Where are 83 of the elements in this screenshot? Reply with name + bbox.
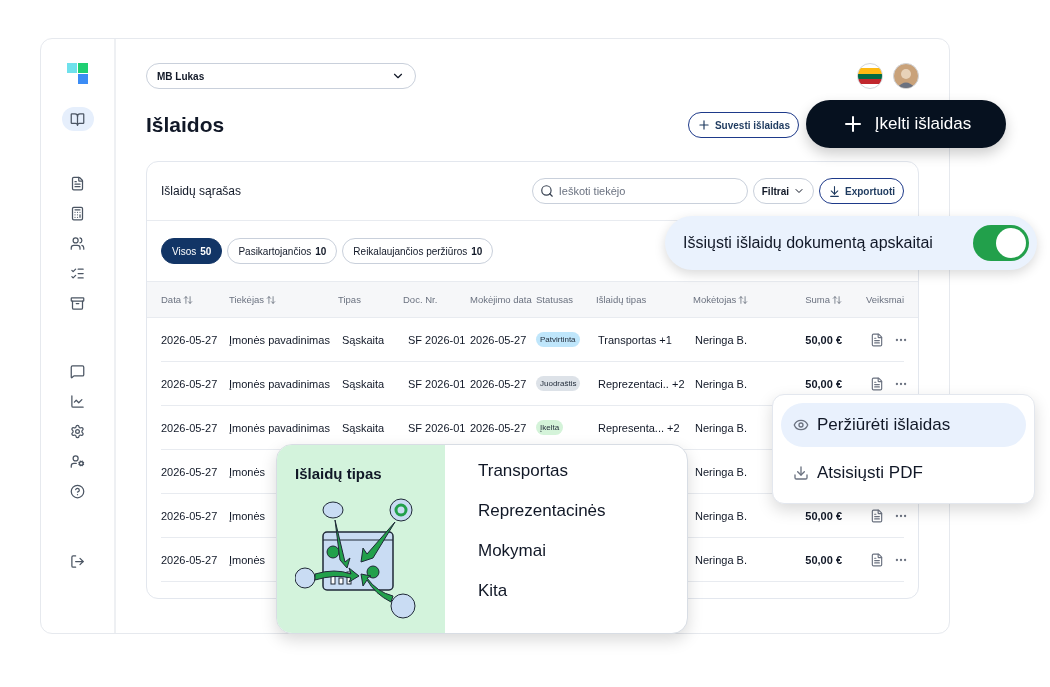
date-cell: 2026-05-27: [161, 553, 218, 566]
type-cell: Sąskaita: [342, 377, 385, 390]
filter-tab[interactable]: Reikalaujančios peržiūros 10: [342, 238, 494, 264]
status-badge: Patvirtinta: [536, 332, 580, 347]
date-cell: 2026-05-27: [161, 377, 218, 390]
type-cell: Sąskaita: [342, 421, 385, 434]
column-header[interactable]: Mokėtojas: [693, 294, 788, 305]
column-header: Statusas: [536, 294, 574, 305]
eye-icon: [793, 417, 809, 433]
column-header[interactable]: Tiekėjas: [229, 294, 338, 305]
payment-date-cell: 2026-05-27: [470, 333, 527, 346]
page-title: Išlaidos: [146, 113, 225, 137]
status-badge: Juodraštis: [536, 376, 581, 391]
category-cell: Representa... +2: [598, 421, 680, 434]
filter-button[interactable]: Filtrai: [752, 178, 814, 204]
card-title: Išlaidų sąrašas: [161, 184, 243, 198]
supplier-cell: Įmonės: [229, 553, 266, 566]
sum-cell: 50,00 €: [805, 509, 842, 522]
date-cell: 2026-05-27: [161, 421, 218, 434]
payment-date-cell: 2026-05-27: [470, 421, 527, 434]
payer-cell: Neringa B.: [695, 553, 747, 566]
doc-number-cell: SF 2026-01: [408, 333, 466, 346]
column-header[interactable]: Suma: [788, 294, 842, 305]
type-cell: Sąskaita: [342, 333, 385, 346]
category-option[interactable]: Transportas: [478, 461, 606, 481]
doc-number-cell: SF 2026-01: [408, 377, 466, 390]
payer-cell: Neringa B.: [695, 421, 747, 434]
logo-icon: [66, 63, 89, 85]
download-icon: [793, 465, 809, 481]
payer-cell: Neringa B.: [695, 465, 747, 478]
status-badge: Įkelta: [536, 420, 564, 435]
column-header: Tipas: [338, 294, 362, 305]
avatar[interactable]: [893, 63, 919, 89]
category-option[interactable]: Reprezentacinės: [478, 501, 606, 521]
date-cell: 2026-05-27: [161, 509, 218, 522]
search-field[interactable]: Ieškoti tiekėjo: [531, 178, 748, 204]
supplier-cell: Įmonės pavadinimas: [229, 333, 330, 346]
download-icon: [828, 184, 841, 198]
filter-tab[interactable]: Pasikartojančios 10: [227, 238, 338, 264]
document-icon[interactable]: [870, 376, 884, 391]
supplier-cell: Įmonės pavadinimas: [229, 421, 330, 434]
supplier-cell: Įmonės pavadinimas: [229, 377, 330, 390]
payer-cell: Neringa B.: [695, 377, 747, 390]
category-option[interactable]: Kita: [478, 581, 606, 601]
document-icon[interactable]: [870, 508, 884, 523]
add-expense-button[interactable]: Suvesti išlaidas: [687, 112, 799, 138]
payment-date-cell: 2026-05-27: [470, 377, 527, 390]
sort-icon[interactable]: [832, 294, 842, 305]
category-option[interactable]: Mokymai: [478, 541, 606, 561]
column-header: Išlaidų tipas: [596, 294, 648, 305]
column-header[interactable]: Data: [161, 294, 229, 305]
category-cell: Transportas +1: [598, 333, 672, 346]
supplier-cell: Įmonės: [229, 509, 266, 522]
upload-button[interactable]: Įkelti išlaidas: [806, 100, 1006, 148]
category-cell: Reprezentaci.. +2: [598, 377, 685, 390]
payer-cell: Neringa B.: [695, 333, 747, 346]
export-button[interactable]: Exportuoti: [819, 178, 904, 204]
flag-icon: [857, 63, 883, 89]
book-icon[interactable]: [61, 107, 94, 131]
column-header: Veiksmai: [865, 294, 904, 305]
sort-icon[interactable]: [183, 294, 194, 305]
supplier-cell: Įmonės: [229, 465, 266, 478]
document-icon[interactable]: [870, 552, 884, 567]
sum-cell: 50,00 €: [805, 553, 842, 566]
toggle-label: Išsiųsti išlaidų dokumentą apskaitai: [683, 234, 933, 252]
menu-item[interactable]: Peržiūrėti išlaidas: [781, 403, 1026, 447]
plus-icon: [696, 118, 711, 132]
date-cell: 2026-05-27: [161, 333, 218, 346]
menu-item[interactable]: Atsisiųsti PDF: [781, 451, 1026, 495]
sum-cell: 50,00 €: [805, 333, 842, 346]
doc-number-cell: SF 2026-01: [408, 421, 466, 434]
popup-title: Išlaidų tipas: [295, 465, 383, 482]
sort-icon[interactable]: [738, 294, 749, 305]
sum-cell: 50,00 €: [805, 377, 842, 390]
sort-icon[interactable]: [266, 294, 277, 305]
column-header: Mokėjimo data: [470, 294, 533, 305]
filter-tab[interactable]: Visos 50: [161, 238, 223, 264]
date-cell: 2026-05-27: [161, 465, 218, 478]
payer-cell: Neringa B.: [695, 509, 747, 522]
column-header: Doc. Nr.: [403, 294, 439, 305]
search-icon: [539, 184, 554, 198]
toggle-switch[interactable]: [973, 225, 1029, 261]
document-icon[interactable]: [870, 332, 884, 347]
